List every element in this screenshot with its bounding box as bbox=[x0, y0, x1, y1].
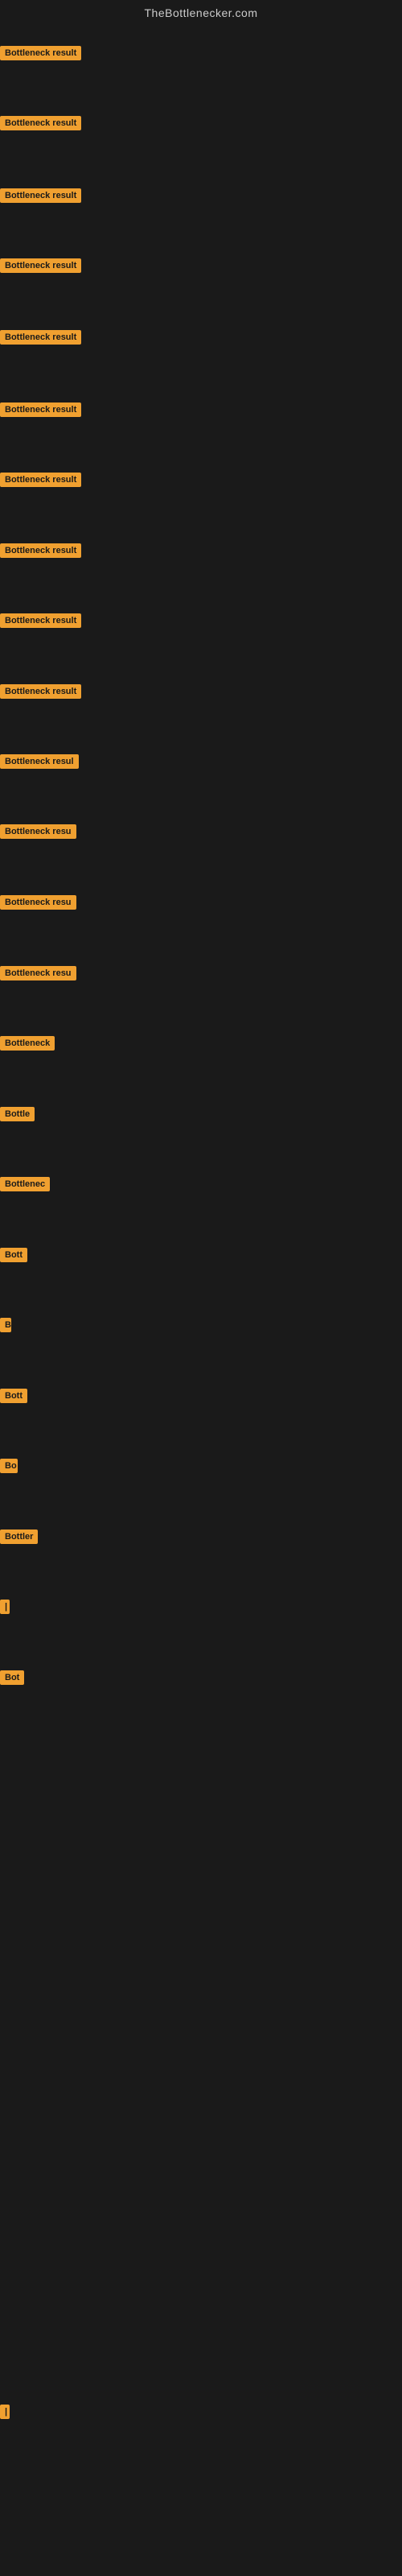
badge-container-5: Bottleneck result bbox=[0, 330, 81, 349]
bottleneck-badge-7[interactable]: Bottleneck result bbox=[0, 473, 81, 487]
badge-container-14: Bottleneck resu bbox=[0, 966, 76, 985]
badge-container-15: Bottleneck bbox=[0, 1036, 55, 1055]
bottleneck-badge-14[interactable]: Bottleneck resu bbox=[0, 966, 76, 980]
bottleneck-badge-16[interactable]: Bottle bbox=[0, 1107, 35, 1121]
badge-container-4: Bottleneck result bbox=[0, 258, 81, 277]
bottleneck-badge-8[interactable]: Bottleneck result bbox=[0, 543, 81, 558]
badge-container-20: Bott bbox=[0, 1389, 27, 1407]
bottleneck-badge-19[interactable]: B bbox=[0, 1318, 11, 1332]
bottleneck-badge-11[interactable]: Bottleneck resul bbox=[0, 754, 79, 769]
badge-container-13: Bottleneck resu bbox=[0, 895, 76, 914]
bottleneck-badge-1[interactable]: Bottleneck result bbox=[0, 46, 81, 60]
bottleneck-badge-23[interactable]: | bbox=[0, 1600, 10, 1614]
badge-container-19: B bbox=[0, 1318, 11, 1336]
badge-container-8: Bottleneck result bbox=[0, 543, 81, 562]
badge-container-1: Bottleneck result bbox=[0, 46, 81, 64]
bottleneck-badge-6[interactable]: Bottleneck result bbox=[0, 402, 81, 417]
bottleneck-badge-22[interactable]: Bottler bbox=[0, 1530, 38, 1544]
bottleneck-badge-5[interactable]: Bottleneck result bbox=[0, 330, 81, 345]
badge-container-9: Bottleneck result bbox=[0, 613, 81, 632]
badge-container-22: Bottler bbox=[0, 1530, 38, 1548]
bottleneck-badge-25[interactable]: | bbox=[0, 2405, 10, 2419]
badge-container-6: Bottleneck result bbox=[0, 402, 81, 421]
bottleneck-badge-10[interactable]: Bottleneck result bbox=[0, 684, 81, 699]
bottleneck-badge-3[interactable]: Bottleneck result bbox=[0, 188, 81, 203]
badge-container-16: Bottle bbox=[0, 1107, 35, 1125]
bottleneck-badge-24[interactable]: Bot bbox=[0, 1670, 24, 1685]
badge-container-23: | bbox=[0, 1600, 10, 1618]
badge-container-17: Bottlenec bbox=[0, 1177, 50, 1195]
badge-container-18: Bott bbox=[0, 1248, 27, 1266]
badge-container-10: Bottleneck result bbox=[0, 684, 81, 703]
bottleneck-badge-13[interactable]: Bottleneck resu bbox=[0, 895, 76, 910]
badge-container-25: | bbox=[0, 2405, 10, 2423]
badge-container-21: Bo bbox=[0, 1459, 18, 1477]
bottleneck-badge-2[interactable]: Bottleneck result bbox=[0, 116, 81, 130]
badge-container-3: Bottleneck result bbox=[0, 188, 81, 207]
bottleneck-badge-4[interactable]: Bottleneck result bbox=[0, 258, 81, 273]
site-title: TheBottlenecker.com bbox=[0, 0, 402, 23]
bottleneck-badge-21[interactable]: Bo bbox=[0, 1459, 18, 1473]
bottleneck-badge-18[interactable]: Bott bbox=[0, 1248, 27, 1262]
badge-container-11: Bottleneck resul bbox=[0, 754, 79, 773]
bottleneck-badge-12[interactable]: Bottleneck resu bbox=[0, 824, 76, 839]
bottleneck-badge-15[interactable]: Bottleneck bbox=[0, 1036, 55, 1051]
badge-container-12: Bottleneck resu bbox=[0, 824, 76, 843]
badge-container-2: Bottleneck result bbox=[0, 116, 81, 134]
bottleneck-badge-9[interactable]: Bottleneck result bbox=[0, 613, 81, 628]
badge-container-7: Bottleneck result bbox=[0, 473, 81, 491]
bottleneck-badge-20[interactable]: Bott bbox=[0, 1389, 27, 1403]
badge-container-24: Bot bbox=[0, 1670, 24, 1689]
bottleneck-badge-17[interactable]: Bottlenec bbox=[0, 1177, 50, 1191]
